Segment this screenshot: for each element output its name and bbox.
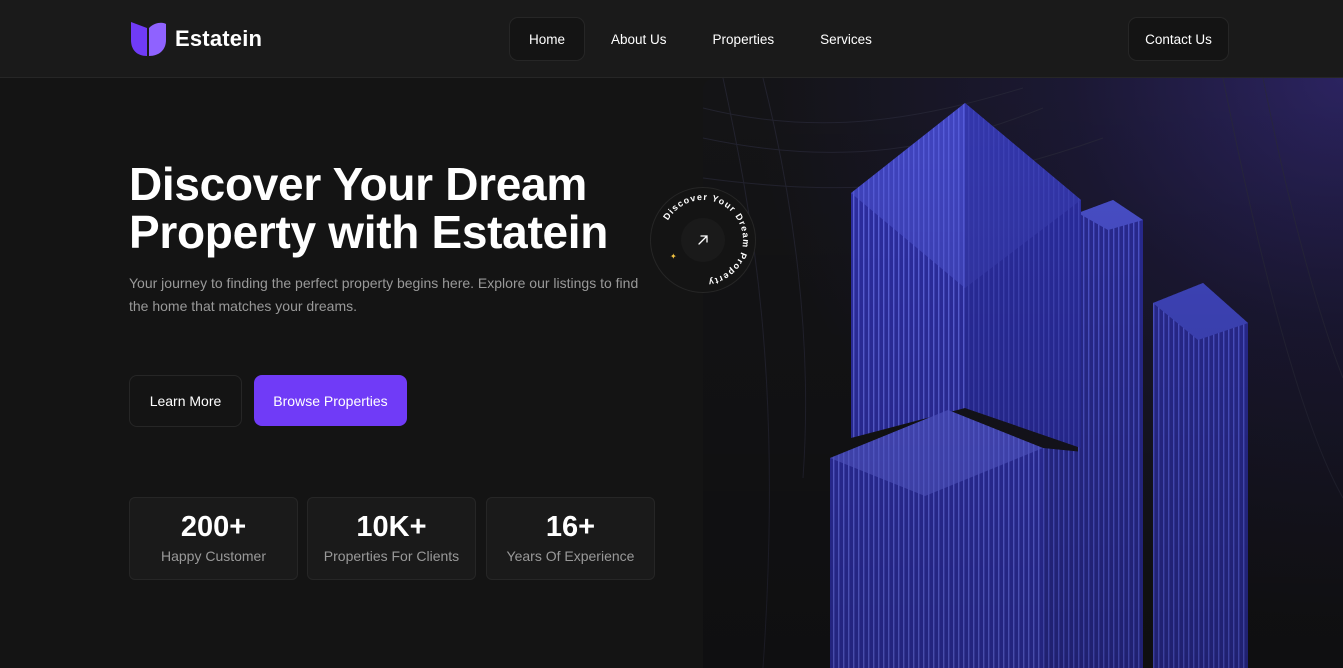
learn-more-button[interactable]: Learn More	[129, 375, 242, 427]
stat-value: 200+	[180, 511, 247, 543]
stat-label: Happy Customer	[160, 548, 267, 564]
hero-title-line2: Property with Estatein	[129, 206, 609, 258]
nav-about-us[interactable]: About Us	[591, 17, 687, 61]
building-illustration	[703, 78, 1343, 668]
logo-icon	[129, 20, 167, 58]
stat-label: Years Of Experience	[506, 548, 635, 564]
nav-properties[interactable]: Properties	[693, 17, 795, 61]
stat-card-happy-customers: 200+ Happy Customer	[129, 497, 298, 580]
hero-subtitle: Your journey to finding the perfect prop…	[129, 275, 639, 314]
site-header: Estatein Home About Us Properties Servic…	[0, 0, 1343, 78]
hero-title: Discover Your Dream Property with Estate…	[129, 160, 689, 256]
hero-building-image	[703, 78, 1343, 668]
contact-us-button[interactable]: Contact Us	[1128, 17, 1229, 61]
stat-value: 10K+	[356, 511, 427, 543]
arrow-up-right-icon[interactable]	[681, 218, 725, 262]
stat-value: 16+	[545, 511, 596, 543]
brand-logo[interactable]: Estatein	[129, 20, 262, 58]
browse-properties-button[interactable]: Browse Properties	[254, 375, 407, 426]
stat-card-properties: 10K+ Properties For Clients	[307, 497, 476, 580]
star-icon: ✦	[670, 252, 677, 261]
main-nav: Home About Us Properties Services	[509, 17, 898, 61]
stat-label: Properties For Clients	[323, 548, 460, 564]
brand-name: Estatein	[175, 26, 263, 51]
nav-home[interactable]: Home	[509, 17, 586, 61]
nav-services[interactable]: Services	[800, 17, 892, 61]
stat-card-experience: 16+ Years Of Experience	[486, 497, 655, 580]
hero-title-line1: Discover Your Dream	[129, 158, 587, 210]
